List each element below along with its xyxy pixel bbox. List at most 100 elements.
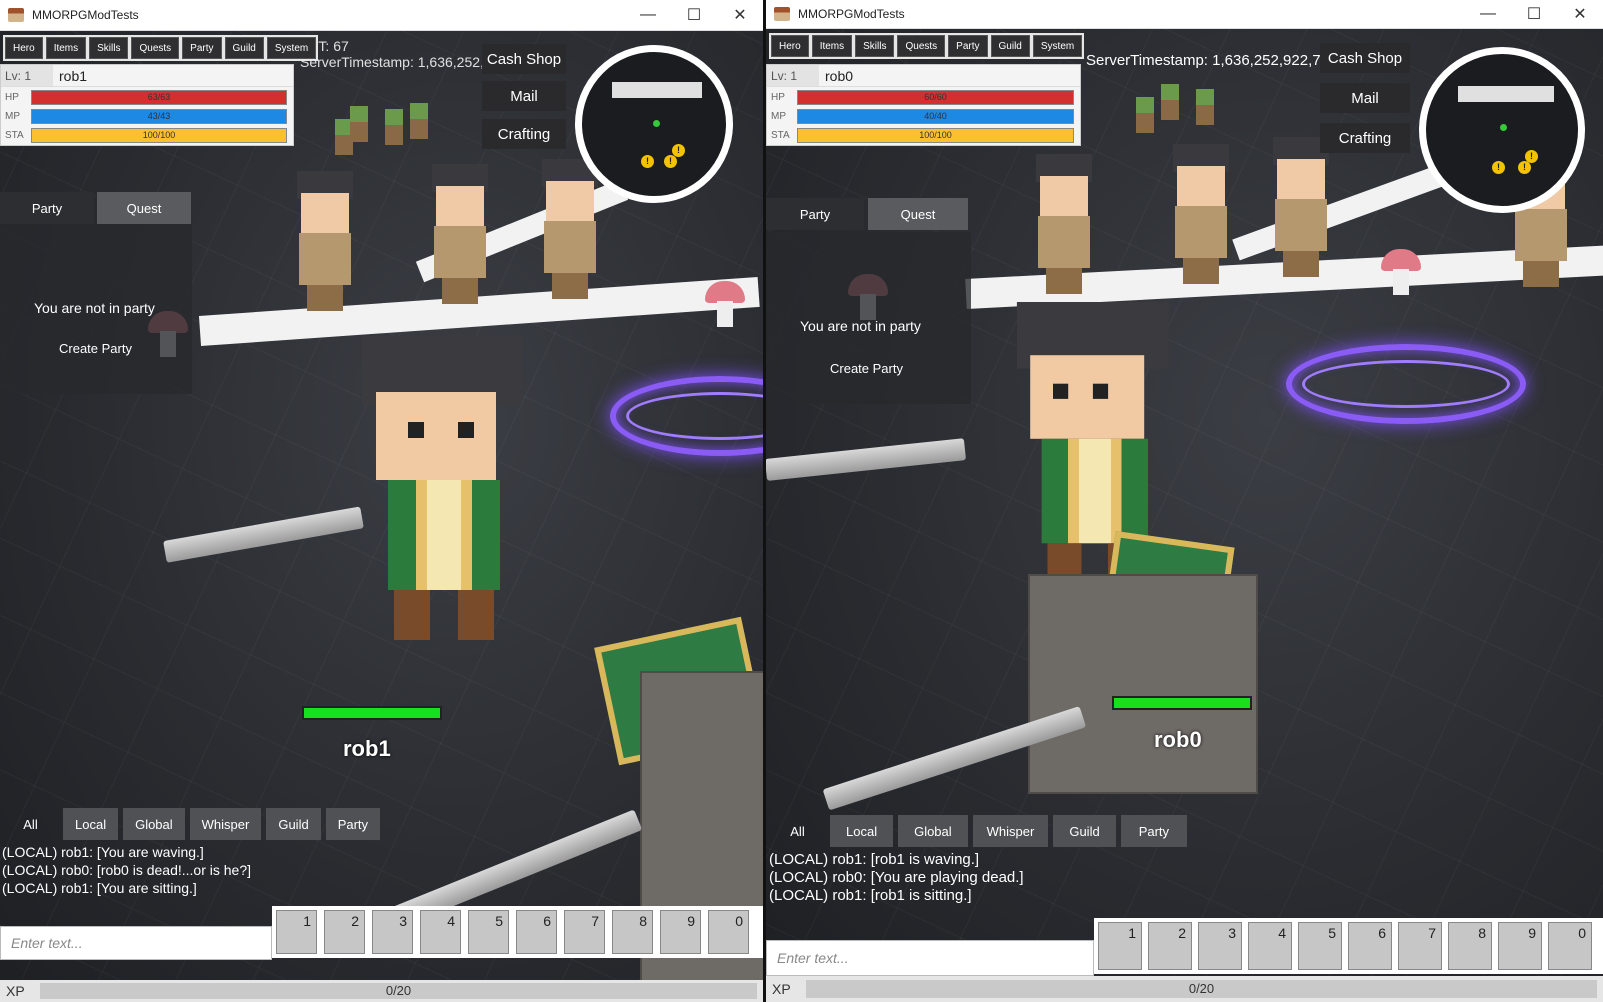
villager-npc[interactable] xyxy=(1034,154,1094,294)
chat-tab-local[interactable]: Local xyxy=(830,815,894,847)
crafting-button[interactable]: Crafting xyxy=(482,119,566,149)
villager-npc[interactable] xyxy=(1171,144,1231,284)
chat-input[interactable]: Enter text... xyxy=(0,926,272,960)
chat-tab-whisper[interactable]: Whisper xyxy=(189,808,262,840)
cash-shop-button[interactable]: Cash Shop xyxy=(482,44,566,74)
chat-tab-global[interactable]: Global xyxy=(898,815,968,847)
hotbar-slot-1[interactable]: 1 xyxy=(1098,922,1142,970)
window-titlebar[interactable]: MMORPGModTests — ☐ ✕ xyxy=(0,0,763,31)
chat-tab-whisper[interactable]: Whisper xyxy=(972,815,1049,847)
close-button[interactable]: ✕ xyxy=(1557,0,1603,28)
chat-tab-all[interactable]: All xyxy=(3,808,58,840)
chat-message: (LOCAL) rob1: [rob1 is waving.] xyxy=(769,851,980,868)
tab-party[interactable]: Party xyxy=(0,192,94,224)
villager-npc[interactable] xyxy=(430,164,490,304)
quest-marker-icon: ! xyxy=(1525,150,1538,163)
chat-channel-tabs: All Local Global Whisper Guild Party xyxy=(3,808,381,840)
create-party-button[interactable]: Create Party xyxy=(59,341,132,356)
villager-npc[interactable] xyxy=(540,159,600,299)
mp-value: 43/43 xyxy=(147,110,171,121)
minimize-button[interactable]: — xyxy=(1465,0,1511,28)
hotbar-slot-2[interactable]: 2 xyxy=(1148,922,1192,970)
tab-party[interactable]: Party xyxy=(766,198,864,230)
hotbar-slot-4[interactable]: 4 xyxy=(420,910,461,954)
hotbar-slot-0[interactable]: 0 xyxy=(708,910,749,954)
menu-party-button[interactable]: Party xyxy=(948,35,988,57)
quest-marker-icon: ! xyxy=(1492,161,1505,174)
goblin-npc[interactable] xyxy=(350,106,368,142)
mail-button[interactable]: Mail xyxy=(482,81,566,111)
menu-skills-button[interactable]: Skills xyxy=(855,35,895,57)
villager-npc[interactable] xyxy=(1271,137,1331,277)
mp-bar: 40/40 xyxy=(797,108,1074,124)
chat-tab-all[interactable]: All xyxy=(770,815,825,847)
chat-tab-guild[interactable]: Guild xyxy=(1053,815,1116,847)
close-button[interactable]: ✕ xyxy=(717,0,763,30)
hotbar-slot-7[interactable]: 7 xyxy=(564,910,605,954)
xp-label: XP xyxy=(6,983,25,999)
goblin-npc[interactable] xyxy=(1161,84,1179,120)
menu-quests-button[interactable]: Quests xyxy=(131,37,180,59)
villager-npc[interactable] xyxy=(295,171,355,311)
hotbar-slot-1[interactable]: 1 xyxy=(276,910,317,954)
hotbar-slot-5[interactable]: 5 xyxy=(1298,922,1342,970)
crafting-button[interactable]: Crafting xyxy=(1320,123,1410,153)
chat-tab-local[interactable]: Local xyxy=(63,808,119,840)
xp-label: XP xyxy=(772,981,791,997)
hotbar-slot-8[interactable]: 8 xyxy=(612,910,653,954)
goblin-npc[interactable] xyxy=(1136,97,1154,133)
menu-items-button[interactable]: Items xyxy=(811,35,853,57)
mail-button[interactable]: Mail xyxy=(1320,83,1410,113)
minimap[interactable]: ! ! ! xyxy=(1419,47,1585,213)
menu-hero-button[interactable]: Hero xyxy=(5,37,43,59)
sta-bar: 100/100 xyxy=(797,127,1074,143)
cash-shop-button[interactable]: Cash Shop xyxy=(1320,43,1410,73)
menu-skills-button[interactable]: Skills xyxy=(89,37,129,59)
maximize-button[interactable]: ☐ xyxy=(1511,0,1557,28)
chat-tab-party[interactable]: Party xyxy=(1120,815,1188,847)
minimize-button[interactable]: — xyxy=(625,0,671,30)
chat-channel-tabs: All Local Global Whisper Guild Party xyxy=(770,815,1188,847)
other-player-rob1[interactable] xyxy=(1028,574,1258,794)
skill-hotbar: 1 2 3 4 5 6 7 8 9 0 xyxy=(272,906,763,958)
menu-guild-button[interactable]: Guild xyxy=(224,37,264,59)
maximize-button[interactable]: ☐ xyxy=(671,0,717,30)
hotbar-slot-0[interactable]: 0 xyxy=(1548,922,1592,970)
chat-input[interactable]: Enter text... xyxy=(766,940,1094,976)
tab-quest[interactable]: Quest xyxy=(868,198,968,230)
hotbar-slot-3[interactable]: 3 xyxy=(1198,922,1242,970)
tab-quest[interactable]: Quest xyxy=(97,192,191,224)
hotbar-slot-8[interactable]: 8 xyxy=(1448,922,1492,970)
hotbar-slot-5[interactable]: 5 xyxy=(468,910,509,954)
menu-items-button[interactable]: Items xyxy=(45,37,87,59)
goblin-npc[interactable] xyxy=(385,109,403,145)
hp-bar-row: HP 60/60 xyxy=(767,88,1080,106)
menu-hero-button[interactable]: Hero xyxy=(771,35,809,57)
goblin-npc[interactable] xyxy=(1196,89,1214,125)
xp-bar: XP 0/20 xyxy=(766,976,1603,1002)
hotbar-slot-3[interactable]: 3 xyxy=(372,910,413,954)
hotbar-slot-7[interactable]: 7 xyxy=(1398,922,1442,970)
hotbar-slot-9[interactable]: 9 xyxy=(660,910,701,954)
chat-tab-guild[interactable]: Guild xyxy=(266,808,321,840)
menu-system-button[interactable]: System xyxy=(266,37,317,59)
window-titlebar[interactable]: MMORPGModTests — ☐ ✕ xyxy=(766,0,1603,29)
hotbar-slot-4[interactable]: 4 xyxy=(1248,922,1292,970)
chat-tab-party[interactable]: Party xyxy=(325,808,381,840)
hotbar-slot-9[interactable]: 9 xyxy=(1498,922,1542,970)
menu-quests-button[interactable]: Quests xyxy=(897,35,946,57)
hotbar-slot-6[interactable]: 6 xyxy=(516,910,557,954)
menu-system-button[interactable]: System xyxy=(1032,35,1083,57)
hotbar-slot-2[interactable]: 2 xyxy=(324,910,365,954)
menu-party-button[interactable]: Party xyxy=(182,37,222,59)
hotbar-slot-6[interactable]: 6 xyxy=(1348,922,1392,970)
chat-tab-global[interactable]: Global xyxy=(123,808,185,840)
main-menu-bar: Hero Items Skills Quests Party Guild Sys… xyxy=(3,35,319,61)
player-character-rob1[interactable] xyxy=(330,336,550,656)
goblin-npc[interactable] xyxy=(410,103,428,139)
menu-guild-button[interactable]: Guild xyxy=(990,35,1030,57)
create-party-button[interactable]: Create Party xyxy=(830,361,903,376)
minimap[interactable]: ! ! ! xyxy=(575,45,733,203)
main-menu-bar: Hero Items Skills Quests Party Guild Sys… xyxy=(769,33,1085,59)
sta-bar-row: STA 100/100 xyxy=(1,126,293,144)
